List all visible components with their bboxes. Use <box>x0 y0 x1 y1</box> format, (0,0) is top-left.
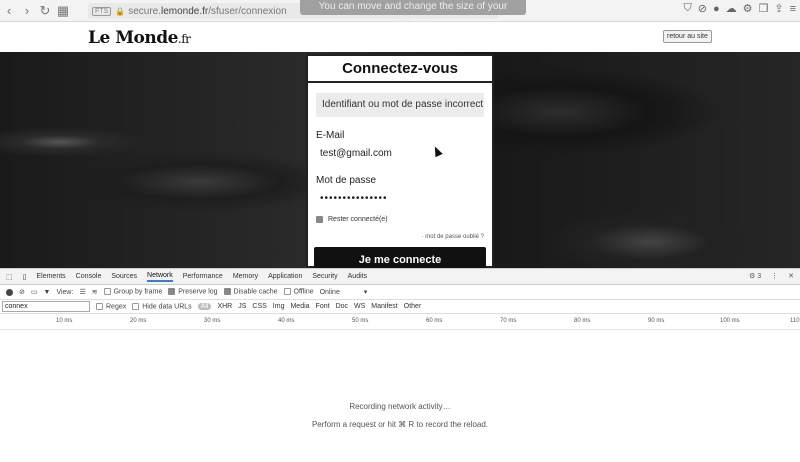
site-logo[interactable]: Le Monde.fr <box>88 28 191 48</box>
device-icon[interactable]: ▯ <box>23 273 27 281</box>
forward-icon[interactable]: › <box>18 2 36 20</box>
shield-icon[interactable]: ⛉ <box>683 2 691 15</box>
cloud-icon[interactable]: ☁ <box>726 2 737 15</box>
throttle-select[interactable]: Online ▾ <box>320 288 368 296</box>
offline-checkbox[interactable]: Offline <box>283 288 314 296</box>
timeline-tick: 40 ms <box>278 318 295 324</box>
network-toolbar: ⊘ ▭ ▼ View: ☰ ≋ Group by frame Preserve … <box>0 285 800 300</box>
layers-icon[interactable]: ❒ <box>758 2 768 15</box>
timeline-tick: 50 ms <box>352 318 369 324</box>
timeline-tick: 30 ms <box>204 318 221 324</box>
tab-elements[interactable]: Elements <box>36 273 65 280</box>
regex-checkbox[interactable]: Regex <box>96 302 126 310</box>
hide-data-urls-checkbox[interactable]: Hide data URLs <box>132 302 192 310</box>
checkbox-icon[interactable] <box>316 216 323 223</box>
waterfall-icon[interactable]: ≋ <box>92 288 98 296</box>
security-badge: FTS <box>92 6 112 16</box>
selection-hint-overlay: You can move and change the size of your… <box>300 0 526 26</box>
devtools-tabs: ⬚ ▯ Elements Console Sources Network Per… <box>0 269 800 285</box>
timeline-tick: 100 ms <box>720 318 740 324</box>
email-field[interactable]: test@gmail.com <box>320 148 492 159</box>
disable-cache-checkbox[interactable]: Disable cache <box>223 288 278 296</box>
filter-type-media[interactable]: Media <box>290 303 309 310</box>
devtools-controls: ⚙ 3 ⋮ ✕ <box>749 272 794 280</box>
login-title: Connectez-vous <box>308 60 492 83</box>
url-text: secure.lemonde.fr/sfuser/connexion <box>128 5 287 17</box>
timeline-tick: 110 <box>790 318 800 324</box>
filter-type-ws[interactable]: WS <box>354 303 365 310</box>
site-header: Le Monde.fr retour au site <box>0 22 800 52</box>
devtools-panel: ⬚ ▯ Elements Console Sources Network Per… <box>0 268 800 462</box>
tab-application[interactable]: Application <box>268 273 302 280</box>
back-icon[interactable]: ‹ <box>0 2 18 20</box>
filter-type-all[interactable]: All <box>197 303 212 310</box>
dot-icon[interactable]: ● <box>713 3 720 15</box>
reload-icon[interactable]: ↻ <box>36 2 54 20</box>
filter-type-font[interactable]: Font <box>316 303 330 310</box>
chevron-down-icon: ▾ <box>363 289 368 296</box>
record-icon[interactable] <box>6 288 13 296</box>
filter-type-xhr[interactable]: XHR <box>217 303 232 310</box>
filter-type-manifest[interactable]: Manifest <box>371 303 397 310</box>
camera-icon[interactable]: ▭ <box>31 288 38 296</box>
more-icon[interactable]: ⋮ <box>771 272 778 280</box>
timeline-tick: 70 ms <box>500 318 517 324</box>
network-timeline[interactable]: 10 ms 20 ms 30 ms 40 ms 50 ms 60 ms 70 m… <box>0 314 800 330</box>
tab-security[interactable]: Security <box>312 273 337 280</box>
timeline-tick: 80 ms <box>574 318 591 324</box>
filter-icon[interactable]: ▼ <box>44 289 51 296</box>
inspect-icon[interactable]: ⬚ <box>6 273 13 281</box>
close-icon[interactable]: ✕ <box>788 272 794 280</box>
tab-sources[interactable]: Sources <box>111 273 137 280</box>
login-form: Connectez-vous Identifiant ou mot de pas… <box>306 54 494 273</box>
tab-audits[interactable]: Audits <box>348 273 367 280</box>
network-filter-bar: connex Regex Hide data URLs All XHR JS C… <box>0 300 800 314</box>
preserve-log-checkbox[interactable]: Preserve log <box>168 288 218 296</box>
error-message: Identifiant ou mot de passe incorrect <box>316 93 484 117</box>
menu-icon[interactable]: ≡ <box>790 3 796 15</box>
warning-counter[interactable]: ⚙ 3 <box>749 272 761 280</box>
browser-extensions: ⛉ ⊘ ● ☁ ⚙ ❒ ⇪ ≡ <box>683 2 796 15</box>
gear-icon[interactable]: ⚙ <box>743 2 753 15</box>
password-field[interactable]: ••••••••••••••• <box>320 193 492 204</box>
reload-hint: Perform a request or hit ⌘ R to record t… <box>311 420 489 429</box>
email-label: E-Mail <box>316 130 345 141</box>
share-icon[interactable]: ⇪ <box>774 2 783 15</box>
filter-type-img[interactable]: Img <box>273 303 285 310</box>
timeline-tick: 90 ms <box>648 318 665 324</box>
timeline-tick: 20 ms <box>130 318 147 324</box>
tab-memory[interactable]: Memory <box>233 273 258 280</box>
filter-input[interactable]: connex <box>2 301 90 312</box>
filter-type-other[interactable]: Other <box>404 303 422 310</box>
filter-type-js[interactable]: JS <box>238 303 246 310</box>
tab-console[interactable]: Console <box>76 273 102 280</box>
tab-network[interactable]: Network <box>147 272 173 282</box>
grid-icon[interactable]: ▦ <box>54 2 72 20</box>
remember-me-checkbox[interactable]: Rester connecté(e) <box>316 216 492 223</box>
list-view-icon[interactable]: ☰ <box>79 288 85 296</box>
back-to-site-button[interactable]: retour au site <box>663 30 712 43</box>
view-label: View: <box>56 288 74 296</box>
timeline-tick: 60 ms <box>426 318 443 324</box>
recording-message: Recording network activity… <box>349 402 451 411</box>
clear-icon[interactable]: ⊘ <box>19 288 25 296</box>
tab-performance[interactable]: Performance <box>183 273 223 280</box>
lock-icon: 🔒 <box>115 6 126 16</box>
filter-type-css[interactable]: CSS <box>252 303 266 310</box>
forgot-password-link[interactable]: · mot de passe oublié ? <box>308 234 484 240</box>
filter-type-doc[interactable]: Doc <box>336 303 348 310</box>
block-icon[interactable]: ⊘ <box>698 2 707 15</box>
timeline-tick: 10 ms <box>56 318 73 324</box>
password-label: Mot de passe <box>316 175 377 186</box>
group-by-frame-checkbox[interactable]: Group by frame <box>103 288 162 296</box>
